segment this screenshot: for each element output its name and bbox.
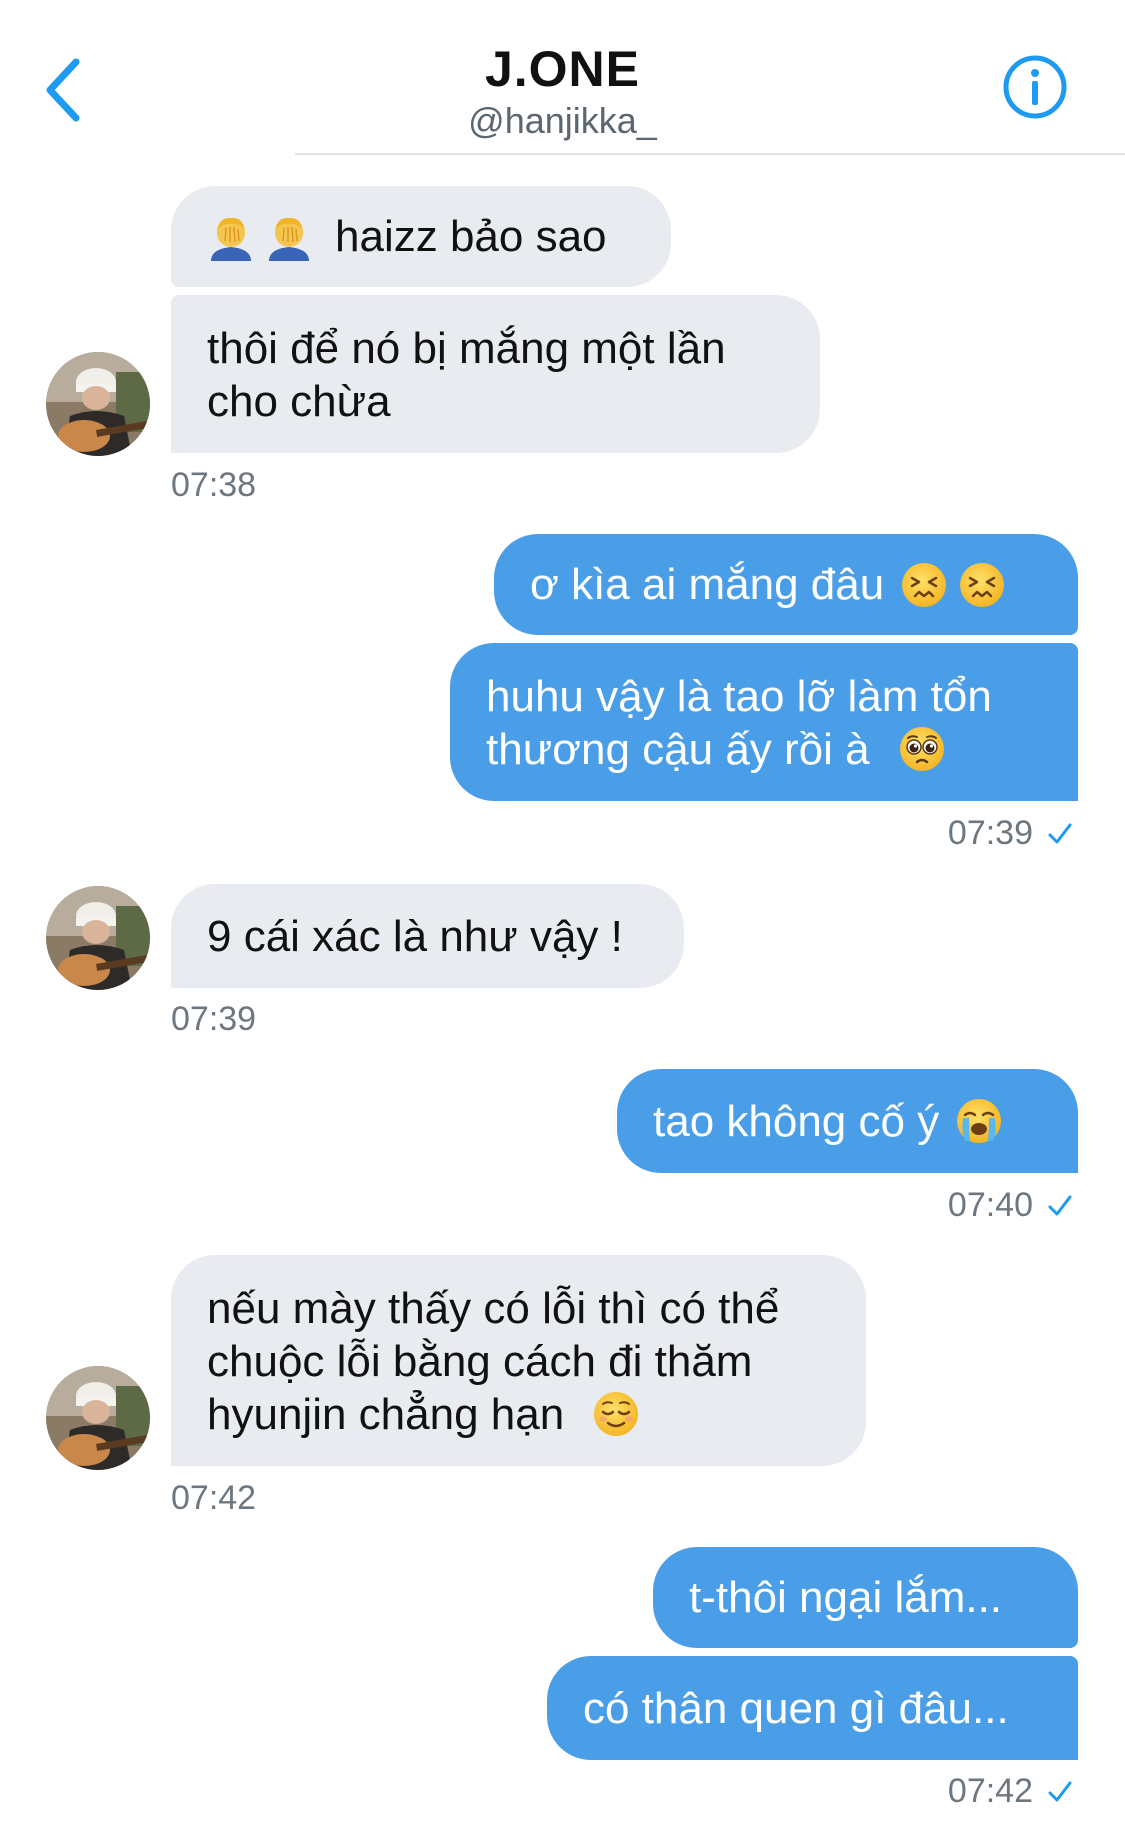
avatar[interactable] xyxy=(46,886,150,990)
relieved-face-emoji-icon xyxy=(592,1390,640,1438)
message-timestamp-row: 07:39 xyxy=(948,814,1073,853)
sent-message[interactable]: tao không cố ý xyxy=(617,1069,1078,1173)
message-timestamp: 07:42 xyxy=(171,1479,257,1517)
read-checkmark-icon xyxy=(1048,823,1072,843)
message-timestamp: 07:40 xyxy=(947,1186,1033,1224)
read-checkmark-icon xyxy=(1048,1195,1072,1215)
facepalm-emoji-icon xyxy=(207,213,255,261)
conversation-header: J.ONE @hanjikka_ xyxy=(0,0,1125,156)
message-timestamp-row: 07:42 xyxy=(948,1772,1073,1811)
sent-message[interactable]: huhu vậy là tao lỡ làm tổn thương cậu ấy… xyxy=(450,643,1078,801)
sent-message[interactable]: có thân quen gì đâu... xyxy=(547,1656,1078,1760)
message-text: 9 cái xác là như vậy ! xyxy=(207,911,623,961)
received-message[interactable]: nếu mày thấy có lỗi thì có thể chuộc lỗi… xyxy=(171,1255,866,1466)
message-text: t-thôi ngại lắm... xyxy=(689,1573,1003,1622)
pleading-face-emoji-icon xyxy=(898,725,946,773)
confounded-face-emoji-icon xyxy=(958,561,1006,609)
avatar[interactable] xyxy=(46,352,150,456)
sent-message[interactable]: ơ kìa ai mắng đâu xyxy=(494,534,1078,635)
message-timestamp: 07:39 xyxy=(947,814,1033,852)
message-text: thương cậu ấy rồi à xyxy=(486,725,870,774)
sent-message[interactable]: t-thôi ngại lắm... xyxy=(653,1547,1078,1648)
message-timestamp: 07:38 xyxy=(171,466,257,504)
received-message[interactable]: haizz bảo sao xyxy=(171,186,671,287)
header-divider xyxy=(295,153,1125,155)
message-text: haizz bảo sao xyxy=(335,212,607,261)
facepalm-emoji-icon xyxy=(265,213,313,261)
confounded-face-emoji-icon xyxy=(900,561,948,609)
received-message[interactable]: thôi để nó bị mắng một lần cho chừa xyxy=(171,295,820,453)
message-timestamp: 07:39 xyxy=(171,1000,257,1038)
loudly-crying-face-emoji-icon xyxy=(955,1097,1003,1145)
message-text: cho chừa xyxy=(207,377,391,426)
info-icon[interactable] xyxy=(1002,54,1068,120)
message-text: có thân quen gì đâu... xyxy=(583,1683,1009,1733)
contact-name: J.ONE xyxy=(484,41,641,97)
message-text: tao không cố ý xyxy=(653,1096,940,1146)
message-text: hyunjin chẳng hạn xyxy=(207,1390,565,1439)
message-timestamp: 07:42 xyxy=(947,1772,1033,1810)
message-text: ơ kìa ai mắng đâu xyxy=(530,560,885,609)
contact-handle: @hanjikka_ xyxy=(468,100,657,141)
message-text: chuộc lỗi bằng cách đi thăm xyxy=(207,1337,753,1386)
read-checkmark-icon xyxy=(1048,1781,1072,1801)
message-text: nếu mày thấy có lỗi thì có thể xyxy=(207,1284,780,1333)
message-text: thôi để nó bị mắng một lần xyxy=(207,324,726,373)
message-timestamp-row: 07:40 xyxy=(948,1186,1073,1225)
received-message[interactable]: 9 cái xác là như vậy ! xyxy=(171,884,684,988)
message-text: huhu vậy là tao lỡ làm tổn xyxy=(486,672,992,721)
avatar[interactable] xyxy=(46,1366,150,1470)
